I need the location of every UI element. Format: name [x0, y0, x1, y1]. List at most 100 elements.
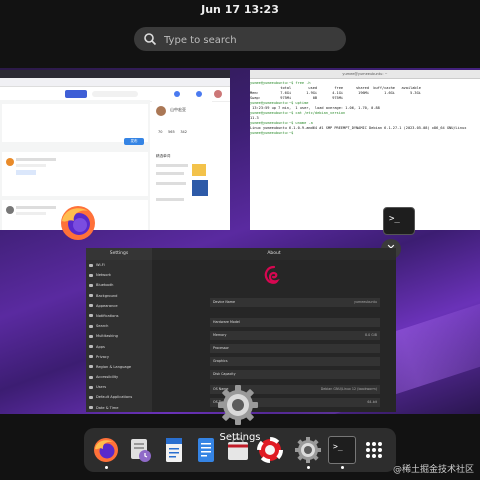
- document-icon[interactable]: [160, 436, 188, 464]
- watermark: @稀土掘金技术社区: [392, 465, 474, 475]
- sidebar-item-icon: [89, 263, 93, 267]
- sidebar-item[interactable]: Network: [86, 270, 152, 280]
- firefox-window[interactable]: 发布 山中宏亚 70 565 342 精选单词: [0, 70, 230, 230]
- avatar: [6, 158, 14, 166]
- sidebar-item-icon: [89, 294, 93, 298]
- settings-icon[interactable]: [294, 436, 322, 464]
- row-value: Debian GNU/Linux 12 (bookworm): [320, 387, 377, 391]
- row-value: yumeeubuntu: [353, 300, 377, 304]
- sidebar-item-label: Apps: [96, 344, 105, 349]
- feed-line: [16, 164, 46, 167]
- terminal-output[interactable]: yumee@yumeeubuntu:~$ free -h total used …: [250, 79, 480, 136]
- card-line: [156, 198, 184, 201]
- sidebar-item[interactable]: Wi-Fi: [86, 260, 152, 270]
- sidebar-item[interactable]: Bluetooth: [86, 280, 152, 290]
- sidebar-item-icon: [89, 385, 93, 389]
- terminal-window[interactable]: yumee@yumeeubuntu: ~ yumee@yumeeubuntu:~…: [250, 70, 480, 230]
- terminal-titlebar[interactable]: yumee@yumeeubuntu: ~: [250, 70, 480, 79]
- feed-item[interactable]: [2, 152, 148, 196]
- avatar[interactable]: [214, 90, 222, 98]
- sidebar-item-icon: [89, 345, 93, 348]
- profile-stats: 70 565 342: [158, 130, 208, 136]
- sidebar-item[interactable]: Default Applications: [86, 392, 152, 402]
- sidebar-item-label: Wi-Fi: [96, 263, 105, 267]
- about-row[interactable]: Memory 8.0 GiB: [210, 331, 380, 340]
- composer-box[interactable]: [2, 104, 148, 142]
- about-row[interactable]: Device Name yumeeubuntu: [210, 298, 380, 307]
- sidebar-item-label: Appearance: [96, 303, 118, 308]
- terminal-title: yumee@yumeeubuntu: ~: [342, 72, 388, 76]
- feed-line: [16, 158, 56, 161]
- site-logo: [65, 90, 87, 98]
- search-icon: [144, 33, 157, 46]
- sidebar-item-label: Multitasking: [96, 334, 118, 339]
- row-key: Processor: [213, 346, 229, 350]
- terminal-icon: >_: [383, 207, 415, 235]
- site-nav-icon[interactable]: [174, 91, 180, 97]
- sidebar-item[interactable]: Users: [86, 382, 152, 392]
- sidebar-item[interactable]: Privacy: [86, 352, 152, 362]
- sidebar-item[interactable]: Date & Time: [86, 403, 152, 412]
- card-line: [156, 172, 184, 175]
- publish-button[interactable]: 发布: [124, 138, 144, 145]
- row-value: 64-bit: [367, 400, 377, 404]
- avatar: [156, 106, 166, 116]
- sidebar-item-icon: [89, 273, 93, 277]
- sidebar-item-icon: [89, 314, 93, 318]
- sidebar-item-label: Bluetooth: [96, 283, 114, 288]
- row-key: Device Name: [213, 300, 236, 304]
- sidebar-card: 精选单词: [152, 150, 212, 230]
- browser-titlebar: [0, 70, 230, 78]
- settings-sidebar: Settings Wi-Fi Network Bluetooth Background…: [86, 248, 152, 412]
- section-title: 精选单词: [156, 154, 171, 158]
- main-title: About: [152, 248, 396, 260]
- feed-line: [16, 206, 56, 209]
- thumbnail-image: [192, 164, 206, 176]
- about-row[interactable]: Hardware Model: [210, 318, 380, 327]
- about-row[interactable]: Processor: [210, 344, 380, 353]
- sidebar-item-icon: [89, 324, 93, 328]
- thumbnail-image: [192, 180, 208, 196]
- sidebar-item[interactable]: Accessibility: [86, 372, 152, 382]
- sidebar-item[interactable]: Search: [86, 321, 152, 331]
- stat-value: 70: [158, 130, 163, 134]
- debian-logo: [264, 265, 280, 284]
- avatar: [6, 206, 14, 214]
- stat-value: 565: [168, 130, 175, 134]
- clock[interactable]: Jun 17 13:23: [0, 0, 480, 22]
- tag: [16, 170, 36, 175]
- sidebar-item-label: Users: [96, 385, 107, 390]
- sidebar-item[interactable]: Appearance: [86, 301, 152, 311]
- site-nav-icon[interactable]: [196, 91, 202, 97]
- running-indicator: [340, 466, 344, 469]
- card-line: [156, 182, 186, 185]
- browser-tabbar[interactable]: [0, 78, 230, 87]
- sidebar-item-label: Date & Time: [96, 405, 119, 410]
- sidebar-item-icon: [89, 283, 93, 287]
- terminal-icon[interactable]: >_: [328, 436, 356, 464]
- sidebar-item[interactable]: Notifications: [86, 311, 152, 321]
- search-bar[interactable]: [134, 27, 346, 51]
- sidebar-item-label: Privacy: [96, 354, 110, 359]
- terminal-line: yumee@yumeeubuntu:~$: [250, 131, 296, 135]
- files-icon[interactable]: [126, 436, 154, 464]
- sidebar-item-icon: [89, 334, 93, 338]
- sidebar-list: Wi-Fi Network Bluetooth Background Appearanc…: [86, 260, 152, 412]
- about-row[interactable]: Graphics: [210, 357, 380, 366]
- sidebar-item[interactable]: Region & Language: [86, 362, 152, 372]
- sidebar-item[interactable]: Background: [86, 291, 152, 301]
- sidebar-item-label: Default Applications: [96, 395, 133, 400]
- about-row[interactable]: Disk Capacity: [210, 370, 380, 379]
- firefox-icon[interactable]: [92, 436, 120, 464]
- running-indicator: [306, 466, 310, 469]
- app-grid-icon[interactable]: [360, 436, 388, 464]
- sidebar-item[interactable]: Multitasking: [86, 331, 152, 341]
- sidebar-item-label: Accessibility: [96, 375, 119, 380]
- site-search-box[interactable]: [92, 91, 138, 97]
- sidebar-item[interactable]: Apps: [86, 342, 152, 352]
- feed-line: [16, 212, 46, 215]
- row-key: Disk Capacity: [213, 372, 236, 376]
- search-input[interactable]: [162, 30, 342, 50]
- sidebar-item-label: Notifications: [96, 313, 119, 318]
- focused-app-label: Settings: [219, 432, 261, 443]
